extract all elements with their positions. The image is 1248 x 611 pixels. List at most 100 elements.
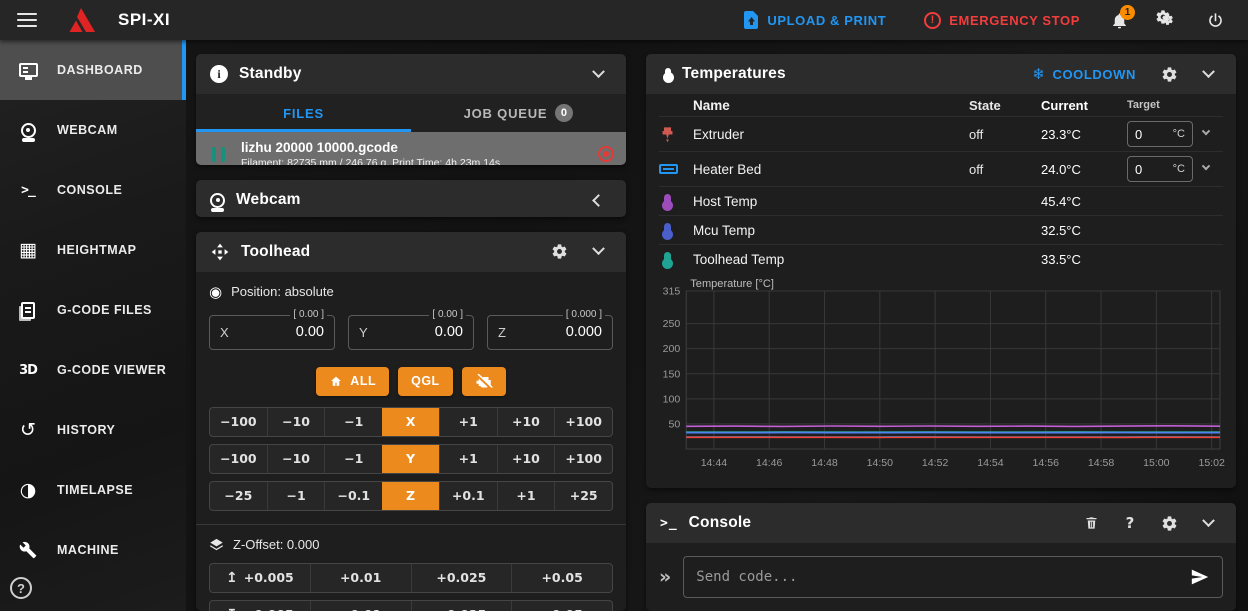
- expand-console-icon[interactable]: »: [659, 566, 671, 588]
- power-icon: [1206, 11, 1225, 30]
- send-button[interactable]: [1190, 568, 1210, 586]
- jog-y-minus-100[interactable]: −100: [210, 445, 267, 473]
- z-offset-up-0-01[interactable]: +0.01: [310, 564, 411, 592]
- x-position-field[interactable]: [ 0.00 ] X 0.00: [209, 315, 335, 350]
- home-all-button[interactable]: ALL: [316, 367, 389, 396]
- jog-z-plus-25[interactable]: +25: [554, 482, 612, 510]
- help-icon[interactable]: ?: [10, 577, 32, 599]
- z-offset-down-row: ↧ −0.005 −0.01 −0.025 −0.05: [209, 600, 613, 611]
- homing-buttons: ALL QGL: [209, 367, 613, 396]
- jog-z-minus-1[interactable]: −1: [267, 482, 325, 510]
- z-offset-up-0-025[interactable]: +0.025: [411, 564, 512, 592]
- chevron-down-icon[interactable]: [1202, 127, 1210, 135]
- record-cancel-icon[interactable]: [598, 146, 614, 162]
- cogs-icon: [1155, 9, 1179, 31]
- motors-off-button[interactable]: [462, 367, 506, 396]
- hamburger-menu-icon[interactable]: [10, 5, 44, 35]
- sidebar: DASHBOARD WEBCAM >_ CONSOLE ▦ HEIGHTMAP …: [0, 40, 186, 611]
- sidebar-item-gcode-viewer[interactable]: 3D G-CODE VIEWER: [0, 340, 186, 400]
- jog-z-minus-0-1[interactable]: −0.1: [324, 482, 382, 510]
- console-settings-button[interactable]: [1155, 509, 1183, 537]
- tab-files[interactable]: FILES: [196, 94, 411, 132]
- z-offset-up-0-005[interactable]: ↥ +0.005: [210, 564, 310, 592]
- y-position-field[interactable]: [ 0.00 ] Y 0.00: [348, 315, 474, 350]
- z-offset-down-0-01[interactable]: −0.01: [310, 601, 411, 611]
- toolhead-collapse-button[interactable]: [584, 238, 612, 266]
- svg-text:50: 50: [668, 418, 680, 430]
- chevron-down-icon[interactable]: [1202, 162, 1210, 170]
- jog-y-plus-100[interactable]: +100: [554, 445, 612, 473]
- sidebar-item-heightmap[interactable]: ▦ HEIGHTMAP: [0, 220, 186, 280]
- temp-row-extruder[interactable]: Extruder off 23.3°C 0 °C: [659, 116, 1223, 151]
- console-collapse-button[interactable]: [1194, 509, 1222, 537]
- arrow-up-icon: ↥: [226, 570, 238, 586]
- status-collapse-button[interactable]: [584, 60, 612, 88]
- temperatures-settings-button[interactable]: [1155, 60, 1183, 88]
- sidebar-item-history[interactable]: ↺ HISTORY: [0, 400, 186, 460]
- upload-print-button[interactable]: UPLOAD & PRINT: [734, 5, 896, 35]
- temperature-chart: 3152502001501005014:4414:4614:4814:5014:…: [646, 273, 1236, 488]
- timelapse-icon: ◑: [15, 479, 41, 501]
- temperatures-panel-header: Temperatures ❄ COOLDOWN: [646, 54, 1236, 94]
- notifications-button[interactable]: 1: [1100, 3, 1138, 37]
- webcam-expand-button[interactable]: [584, 186, 612, 214]
- jog-z-minus-25[interactable]: −25: [210, 482, 267, 510]
- console-icon: >_: [15, 183, 41, 198]
- toolhead-settings-button[interactable]: [545, 238, 573, 266]
- home-x-button[interactable]: X: [382, 408, 439, 436]
- wrench-icon: [15, 541, 41, 559]
- sidebar-item-console[interactable]: >_ CONSOLE: [0, 160, 186, 220]
- sidebar-item-timelapse[interactable]: ◑ TIMELAPSE: [0, 460, 186, 520]
- temp-row-heater-bed[interactable]: Heater Bed off 24.0°C 0 °C: [659, 151, 1223, 186]
- webcam-panel: Webcam: [196, 180, 626, 216]
- sidebar-item-machine[interactable]: MACHINE: [0, 520, 186, 580]
- interface-settings-button[interactable]: [1148, 3, 1186, 37]
- jog-x-minus-1[interactable]: −1: [324, 408, 382, 436]
- file-upload-icon: [744, 11, 759, 29]
- z-offset-down-0-025[interactable]: −0.025: [411, 601, 512, 611]
- svg-text:Temperature [°C]: Temperature [°C]: [690, 278, 774, 290]
- sidebar-item-gcode-files[interactable]: G-CODE FILES: [0, 280, 186, 340]
- console-help-button[interactable]: ?: [1116, 509, 1144, 537]
- jog-x-minus-10[interactable]: −10: [267, 408, 325, 436]
- webcam-panel-header: Webcam: [196, 180, 626, 216]
- tab-job-queue[interactable]: JOB QUEUE 0: [411, 94, 626, 132]
- printer-state-title: Standby: [239, 65, 302, 83]
- console-clear-button[interactable]: [1077, 509, 1105, 537]
- home-y-button[interactable]: Y: [382, 445, 439, 473]
- arrow-down-icon: ↧: [226, 607, 238, 611]
- app-root: SPI-XI UPLOAD & PRINT ! EMERGENCY STOP 1: [0, 0, 1248, 611]
- thermometer-lines-icon: [660, 68, 671, 81]
- jog-y-minus-1[interactable]: −1: [324, 445, 382, 473]
- sidebar-item-dashboard[interactable]: DASHBOARD: [0, 40, 186, 100]
- home-z-button[interactable]: Z: [382, 482, 439, 510]
- z-offset-down-0-05[interactable]: −0.05: [511, 601, 612, 611]
- jog-x-plus-100[interactable]: +100: [554, 408, 612, 436]
- qgl-button[interactable]: QGL: [398, 367, 453, 396]
- gcode-file-row[interactable]: lizhu 20000 10000.gcode Filament: 82735 …: [196, 132, 626, 165]
- heightmap-icon: ▦: [15, 239, 41, 261]
- jog-x-plus-10[interactable]: +10: [497, 408, 555, 436]
- jog-x-minus-100[interactable]: −100: [210, 408, 267, 436]
- emergency-stop-button[interactable]: ! EMERGENCY STOP: [914, 6, 1090, 35]
- jog-z-plus-1[interactable]: +1: [497, 482, 555, 510]
- jog-z-plus-0-1[interactable]: +0.1: [439, 482, 497, 510]
- heater-bed-target-input[interactable]: 0 °C: [1127, 156, 1193, 182]
- console-input[interactable]: [696, 569, 1180, 585]
- position-mode-label: Position: absolute: [231, 284, 334, 299]
- z-offset-down-0-005[interactable]: ↧ −0.005: [210, 601, 310, 611]
- extruder-target-input[interactable]: 0 °C: [1127, 121, 1193, 147]
- power-button[interactable]: [1196, 3, 1234, 37]
- sidebar-item-webcam[interactable]: WEBCAM: [0, 100, 186, 160]
- cooldown-button[interactable]: ❄ COOLDOWN: [1032, 65, 1136, 83]
- jog-y-plus-10[interactable]: +10: [497, 445, 555, 473]
- z-offset-up-0-05[interactable]: +0.05: [511, 564, 612, 592]
- snowflake-icon: ❄: [1032, 65, 1045, 83]
- temperatures-collapse-button[interactable]: [1194, 60, 1222, 88]
- z-position-field[interactable]: [ 0.000 ] Z 0.000: [487, 315, 613, 350]
- jog-x-plus-1[interactable]: +1: [439, 408, 497, 436]
- dashboard-icon: [15, 63, 41, 77]
- jog-y-plus-1[interactable]: +1: [439, 445, 497, 473]
- jog-y-minus-10[interactable]: −10: [267, 445, 325, 473]
- dpad-icon: [210, 242, 230, 262]
